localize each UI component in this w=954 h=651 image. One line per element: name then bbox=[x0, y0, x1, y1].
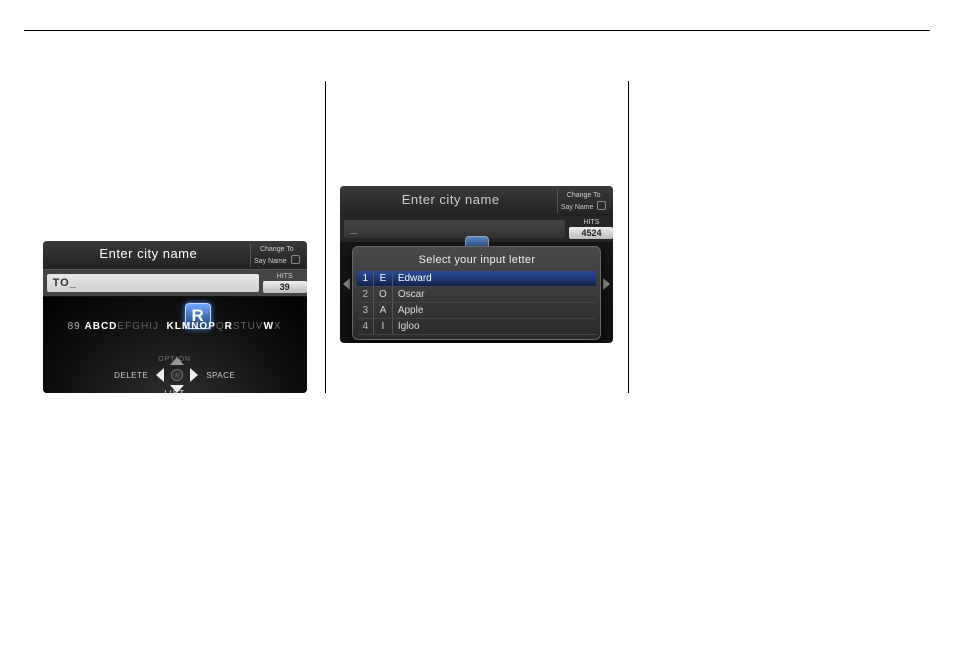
table-row[interactable]: 4 I Igloo bbox=[357, 319, 596, 335]
change-to-say-name-button[interactable]: Change To Say Name bbox=[557, 190, 610, 213]
nav-screen-enter-city-wheel: Enter city name Change To Say Name TO_ H… bbox=[43, 241, 307, 393]
top-rule bbox=[24, 30, 930, 31]
mic-icon bbox=[597, 201, 606, 210]
hits-box: HITS 4524 bbox=[569, 219, 613, 239]
table-row[interactable]: 2 O Oscar bbox=[357, 287, 596, 303]
joystick-control[interactable] bbox=[154, 357, 200, 393]
screen-title: Enter city name bbox=[47, 244, 250, 261]
list-button[interactable]: LIST bbox=[164, 389, 185, 393]
arrow-left-icon bbox=[156, 368, 164, 382]
hits-count: 4524 bbox=[569, 227, 613, 239]
table-row[interactable]: 3 A Apple bbox=[357, 303, 596, 319]
select-input-letter-modal: Select your input letter 1 E Edward 2 O … bbox=[352, 246, 601, 340]
modal-title: Select your input letter bbox=[357, 251, 596, 271]
change-to-say-name-button[interactable]: Change To Say Name bbox=[250, 244, 303, 267]
joystick-center-icon bbox=[171, 369, 183, 381]
delete-button[interactable]: DELETE bbox=[114, 371, 148, 380]
city-name-input[interactable]: _ bbox=[344, 220, 565, 238]
arrow-up-icon bbox=[170, 357, 184, 365]
arrow-right-icon bbox=[190, 368, 198, 382]
arrow-left-icon[interactable] bbox=[343, 278, 350, 290]
hits-box: HITS 39 bbox=[263, 273, 307, 293]
city-name-input[interactable]: TO_ bbox=[47, 274, 259, 292]
nav-screen-select-input-letter: Enter city name Change To Say Name _ HIT… bbox=[340, 186, 613, 343]
mic-icon bbox=[291, 255, 300, 264]
screen-title: Enter city name bbox=[344, 190, 556, 207]
space-button[interactable]: SPACE bbox=[206, 371, 235, 380]
table-row[interactable]: 1 E Edward bbox=[357, 271, 596, 287]
phonetic-letter-table: 1 E Edward 2 O Oscar 3 A Apple bbox=[357, 271, 596, 335]
letter-arc[interactable]: 89 ABCDEFGHIJ KLMNOPQRSTUVWX bbox=[43, 321, 307, 332]
hits-count: 39 bbox=[263, 281, 307, 293]
arrow-right-icon[interactable] bbox=[603, 278, 610, 290]
